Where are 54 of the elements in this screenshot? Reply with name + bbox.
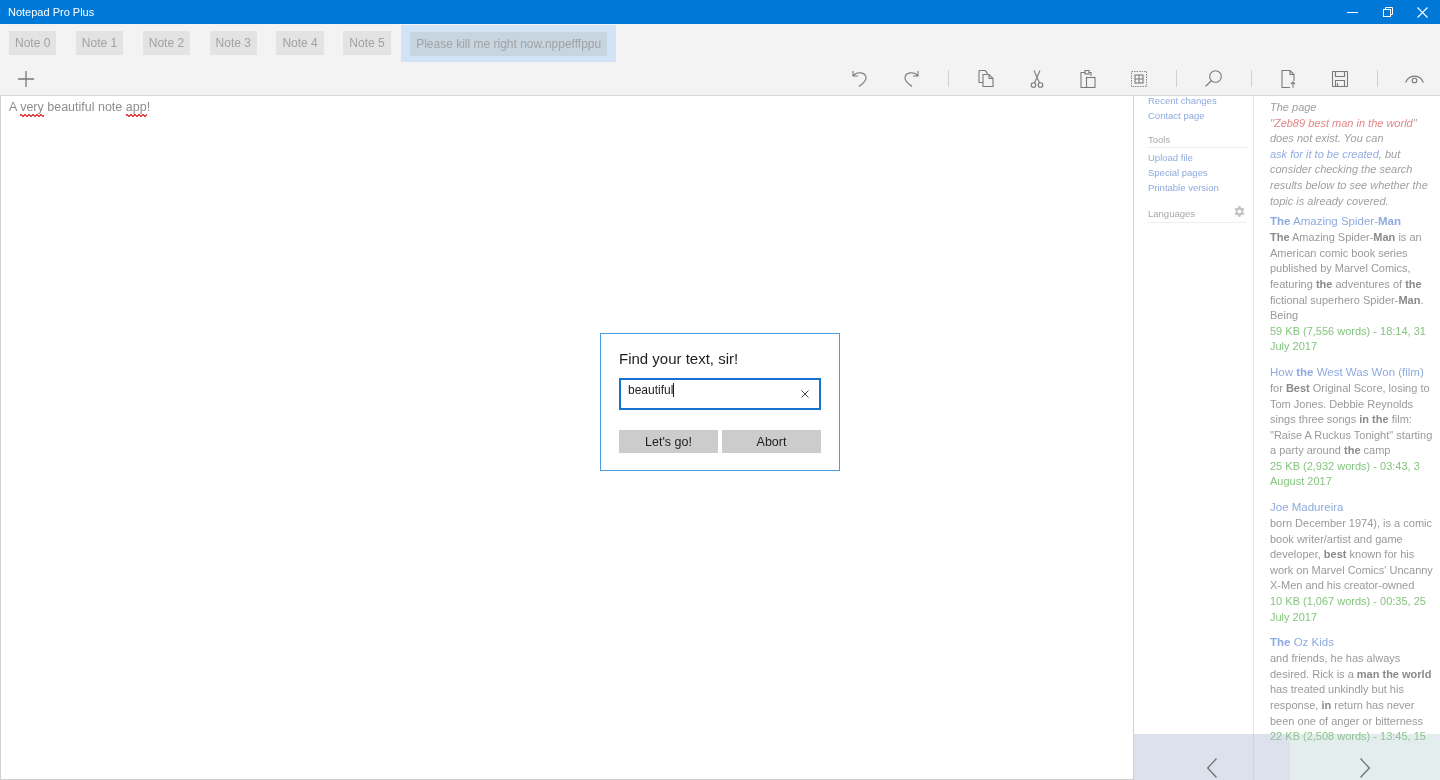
note-tab[interactable]: Note 3	[209, 31, 257, 55]
plus-icon	[18, 70, 34, 87]
sidebar-link[interactable]: Printable version	[1148, 180, 1219, 196]
chevron-left-icon	[1207, 758, 1217, 778]
result-meta: 59 KB (7,556 words) - 18:14, 31 July 2017	[1270, 323, 1427, 355]
create-page-link[interactable]: ask for it to be created	[1270, 147, 1379, 160]
restore-icon	[1382, 7, 1393, 17]
result-title[interactable]: The Oz Kids	[1270, 634, 1437, 652]
undo-icon	[851, 70, 868, 87]
select-all-icon	[1130, 70, 1147, 87]
chevron-right-icon	[1360, 758, 1370, 778]
note-tab[interactable]: Note 1	[75, 31, 124, 55]
clear-icon[interactable]	[801, 390, 809, 398]
note-tab[interactable]: Note 2	[142, 31, 191, 55]
text-cursor-icon	[673, 382, 675, 397]
window-title: Notepad Pro Plus	[7, 6, 96, 18]
dialog-title: Find your text, sir!	[619, 349, 740, 369]
notice-text: The page "Zeb89 best man in the world" does not exist. You can ask for it to be created, but consider checking the search results below to see whether the topic is already covered.	[1270, 100, 1429, 209]
search-icon	[1205, 70, 1222, 87]
sidebar-link[interactable]: Upload file	[1148, 151, 1193, 167]
dialog-button[interactable]: Let's go!	[619, 430, 718, 453]
result-meta: 25 KB (2,932 words) - 03:43, 3 August 2017	[1270, 458, 1421, 490]
sidebar-link[interactable]: Contact page	[1148, 108, 1205, 124]
result-snippet: The Amazing Spider-Man is an American comic book series published by Marvel Comics, featuring the adventures of the fictional superhero Spider-Man. Being	[1270, 230, 1425, 324]
note-tab[interactable]: Note 0	[9, 31, 57, 55]
result-snippet: and friends, he has always desired. Rick is a man the world has treated unkindly but his response, in return has never been one of anger or bitterness	[1270, 651, 1433, 729]
file-upload-icon	[1281, 69, 1296, 88]
result-title[interactable]: How the West Was Won (film)	[1270, 363, 1437, 381]
sidebar-heading: Languages	[1148, 208, 1196, 219]
find-input[interactable]: beautiful	[619, 378, 821, 410]
result-title[interactable]: The Amazing Spider-Man	[1270, 213, 1437, 231]
note-tab[interactable]: Note 5	[343, 31, 391, 55]
redo-icon	[902, 70, 919, 87]
clipboard-icon	[1079, 69, 1096, 88]
dialog-button[interactable]: Abort	[722, 430, 821, 453]
close-icon	[1417, 6, 1428, 18]
result-title[interactable]: Joe Madureira	[1270, 499, 1437, 517]
sidebar-link[interactable]: Recent changes	[1148, 96, 1217, 109]
eye-icon	[1405, 73, 1424, 84]
input-value: beautiful	[628, 382, 674, 397]
note-tab[interactable]: Please kill me right now.nppefffppu	[401, 24, 617, 62]
sidebar-heading: Tools	[1148, 133, 1171, 145]
note-tab[interactable]: Note 4	[276, 31, 324, 55]
result-snippet: for Best Original Score, losing to Tom Jones. Debbie Reynolds sings three songs in the film: "Raise A Ruckus Tonight" starting a party around the camp	[1270, 380, 1434, 459]
result-snippet: born December 1974), is a comic book writer/artist and game developer, best known for his work on Marvel Comics' Uncanny X-Men and his creator-owned	[1270, 516, 1434, 594]
editor-text: A very beautiful note app!	[9, 100, 151, 114]
copy-icon	[977, 70, 994, 87]
settings-icon[interactable]	[1234, 206, 1245, 217]
result-meta: 22 KB (2,508 words) - 13:45, 15	[1270, 729, 1427, 745]
minimize-icon	[1347, 11, 1358, 13]
scissors-icon	[1029, 69, 1044, 88]
sidebar-link[interactable]: Special pages	[1148, 166, 1208, 181]
save-icon	[1331, 70, 1348, 87]
result-meta: 10 KB (1,067 words) - 00:35, 25 July 2017	[1270, 594, 1427, 625]
